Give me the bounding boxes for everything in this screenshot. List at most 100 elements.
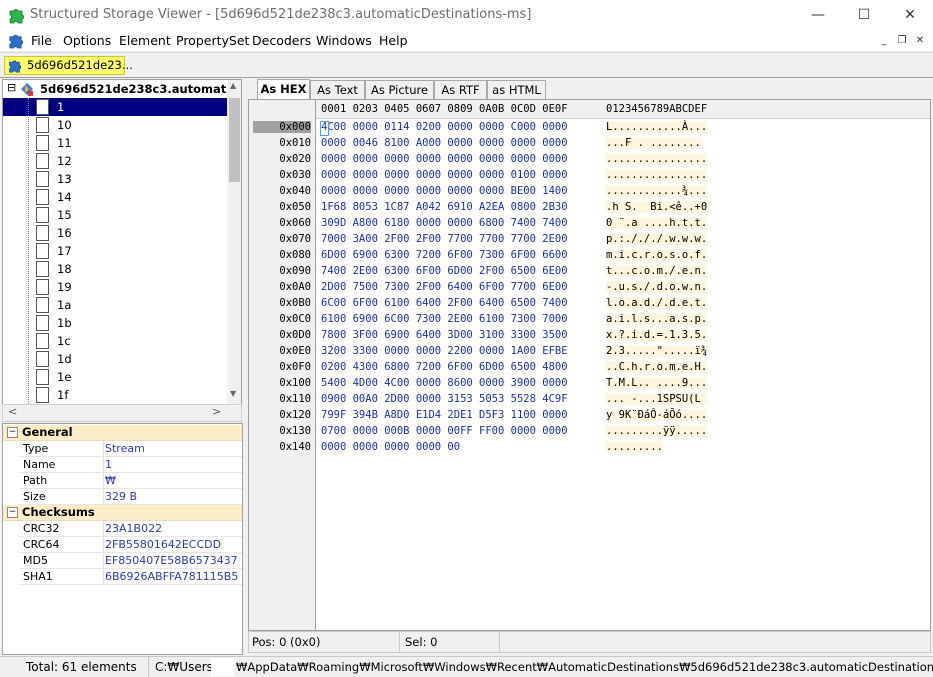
collapse-icon[interactable]: ⊟ [7, 82, 16, 94]
hex-ascii[interactable]: x.?.i.d.=.1.3.5. [606, 329, 708, 341]
hex-ascii[interactable]: 0 ¨.a ....h.t.t. [606, 217, 708, 229]
hex-bytes[interactable]: 0000 0000 0000 0000 0000 0000 0000 0000 [321, 153, 568, 165]
hex-bytes[interactable]: 0000 0000 0000 0000 0000 0000 BE00 1400 [321, 185, 568, 197]
menu-decoders[interactable]: Decoders [252, 33, 311, 48]
tree-horizontal-scrollbar[interactable]: < > [2, 404, 242, 422]
property-row[interactable]: SHA1 6B6926ABFFA781115B5... [19, 569, 242, 585]
hex-bytes[interactable]: 6D00 6900 6300 7200 6F00 7300 6F00 6600 [321, 249, 568, 261]
collapse-icon[interactable]: − [7, 507, 18, 518]
property-row[interactable]: Name 1 [19, 457, 242, 473]
property-row[interactable]: MD5 EF850407E58B6573437... [19, 553, 242, 569]
hex-bytes[interactable]: 0900 00A0 2D00 0000 3153 5053 5528 4C9F [321, 393, 568, 405]
hex-ascii[interactable]: ......... [606, 441, 663, 453]
hex-ascii[interactable]: p.:./././.w.w.w. [606, 233, 708, 245]
mdi-close-button[interactable]: ✕ [912, 34, 928, 48]
tree-item[interactable]: 10 [3, 116, 228, 134]
mdi-minimize-button[interactable]: _ [876, 34, 892, 48]
property-row[interactable]: Type Stream [19, 441, 242, 457]
hex-ascii[interactable]: ................ [606, 169, 708, 181]
hex-bytes[interactable]: 6100 6900 6C00 7300 2E00 6100 7300 7000 [321, 313, 568, 325]
hex-bytes[interactable]: 5400 4D00 4C00 0000 8600 0000 3900 0000 [321, 377, 568, 389]
hex-ascii[interactable]: l.o.a.d./.d.e.t. [606, 297, 708, 309]
close-button[interactable]: ✕ [887, 0, 933, 31]
hex-viewer[interactable]: 0001 0203 0405 0607 0809 0A0B 0C0D 0E0F … [248, 99, 931, 631]
tree-root-node[interactable]: ⊟ 5d696d521de238c3.automaticDe [3, 80, 241, 98]
tab-as-html[interactable]: as HTML [487, 80, 546, 99]
hex-ascii[interactable]: T.M.L.. ....9... [606, 377, 708, 389]
property-category[interactable]: − General [3, 425, 242, 441]
hex-bytes[interactable]: 2D00 7500 7300 2F00 6400 6F00 7700 6E00 [321, 281, 568, 293]
document-tab[interactable]: 5d696d521de23... [4, 56, 133, 75]
menu-options[interactable]: Options [63, 33, 111, 48]
tab-as-picture[interactable]: As Picture [365, 80, 434, 99]
scroll-down-icon[interactable]: ▼ [230, 389, 236, 398]
hex-ascii[interactable]: ... -...1SPSU(L [606, 393, 708, 405]
tree-item[interactable]: 14 [3, 188, 228, 206]
hex-ascii[interactable]: .h S. Bi.<ê..+0 [606, 201, 708, 213]
menu-propertyset[interactable]: PropertySet [176, 33, 249, 48]
hex-bytes[interactable]: 0000 0000 0000 0000 00 [321, 441, 460, 453]
property-row[interactable]: CRC32 23A1B022 [19, 521, 242, 537]
mdi-restore-button[interactable]: ❐ [894, 34, 910, 48]
hex-ascii[interactable]: t...c.o.m./.e.n. [606, 265, 708, 277]
hex-bytes[interactable]: 7000 3A00 2F00 2F00 7700 7700 7700 2E00 [321, 233, 568, 245]
hex-bytes[interactable]: 3200 3300 0000 0000 2200 0000 1A00 EFBE [321, 345, 568, 357]
tree-item[interactable]: 1a [3, 296, 228, 314]
menu-element[interactable]: Element [119, 33, 171, 48]
scroll-up-icon[interactable]: ▲ [230, 81, 236, 90]
storage-tree[interactable]: ⊟ 5d696d521de238c3.automaticDe 1 10 11 12 13… [2, 79, 242, 406]
tree-item[interactable]: 1e [3, 368, 228, 386]
hex-ascii[interactable]: 2.3.....".....ï¾ [606, 345, 708, 357]
tab-as-hex[interactable]: As HEX [257, 79, 310, 100]
hex-bytes[interactable]: 4C00 0000 0114 0200 0000 0000 C000 0000 [321, 121, 568, 133]
hex-ascii[interactable]: ...F . ........ [606, 137, 701, 149]
tab-as-rtf[interactable]: As RTF [434, 80, 487, 99]
hex-bytes[interactable]: 0000 0046 8100 A000 0000 0000 0000 0000 [321, 137, 568, 149]
tree-item[interactable]: 1b [3, 314, 228, 332]
tree-item[interactable]: 12 [3, 152, 228, 170]
hex-bytes[interactable]: 309D A800 6180 0000 0000 6800 7400 7400 [321, 217, 568, 229]
scroll-right-icon[interactable]: > [212, 405, 221, 418]
hex-bytes[interactable]: 7800 3F00 6900 6400 3D00 3100 3300 3500 [321, 329, 568, 341]
tree-item[interactable]: 1c [3, 332, 228, 350]
hex-bytes[interactable]: 7400 2E00 6300 6F00 6D00 2F00 6500 6E00 [321, 265, 568, 277]
tree-vertical-scrollbar[interactable]: ▲ ▼ [227, 80, 241, 405]
hex-ascii[interactable]: ............¾... [606, 185, 708, 197]
tab-as-text[interactable]: As Text [310, 80, 365, 99]
scrollbar-thumb[interactable] [229, 98, 240, 182]
hex-ascii[interactable]: ..C.h.r.o.m.e.H. [606, 361, 708, 373]
tree-item[interactable]: 18 [3, 260, 228, 278]
hex-ascii[interactable]: y 9K¨ÐáÔ-áÕó.... [606, 409, 708, 421]
collapse-icon[interactable]: − [7, 427, 18, 438]
property-row[interactable]: Path ₩ [19, 473, 242, 489]
property-row[interactable]: Size 329 B [19, 489, 242, 505]
scroll-left-icon[interactable]: < [8, 405, 17, 418]
hex-ascii[interactable]: a.i.l.s...a.s.p. [606, 313, 708, 325]
hex-ascii[interactable]: -.u.s./.d.o.w.n. [606, 281, 708, 293]
tree-item[interactable]: 13 [3, 170, 228, 188]
menu-file[interactable]: File [31, 33, 52, 48]
hex-ascii[interactable]: ................ [606, 153, 708, 165]
tree-item[interactable]: 19 [3, 278, 228, 296]
property-category[interactable]: − Checksums [3, 505, 242, 521]
hex-bytes[interactable]: 0200 4300 6800 7200 6F00 6D00 6500 4800 [321, 361, 568, 373]
tree-item[interactable]: 11 [3, 134, 228, 152]
hex-ascii[interactable]: .........ÿÿ..... [606, 425, 708, 437]
property-row[interactable]: CRC64 2FB55801642ECCDD [19, 537, 242, 553]
menu-windows[interactable]: Windows [316, 33, 372, 48]
tree-item[interactable]: 1d [3, 350, 228, 368]
hex-bytes[interactable]: 799F 394B A8D0 E1D4 2DE1 D5F3 1100 0000 [321, 409, 568, 421]
hex-ascii[interactable]: m.i.c.r.o.s.o.f. [606, 249, 708, 261]
tree-item[interactable]: 16 [3, 224, 228, 242]
hex-bytes[interactable]: 0700 0000 000B 0000 00FF FF00 0000 0000 [321, 425, 568, 437]
tree-item[interactable]: 17 [3, 242, 228, 260]
tree-item[interactable]: 1 [3, 98, 228, 116]
tree-item[interactable]: 1f [3, 386, 228, 404]
hex-bytes[interactable]: 6C00 6F00 6100 6400 2F00 6400 6500 7400 [321, 297, 568, 309]
hex-bytes[interactable]: 0000 0000 0000 0000 0000 0000 0100 0000 [321, 169, 568, 181]
menu-help[interactable]: Help [379, 33, 408, 48]
hex-bytes[interactable]: 1F68 8053 1C87 A042 6910 A2EA 0800 2B30 [321, 201, 568, 213]
tree-item[interactable]: 15 [3, 206, 228, 224]
maximize-button[interactable]: ☐ [841, 0, 887, 31]
hex-ascii[interactable]: L...........À... [606, 121, 708, 133]
